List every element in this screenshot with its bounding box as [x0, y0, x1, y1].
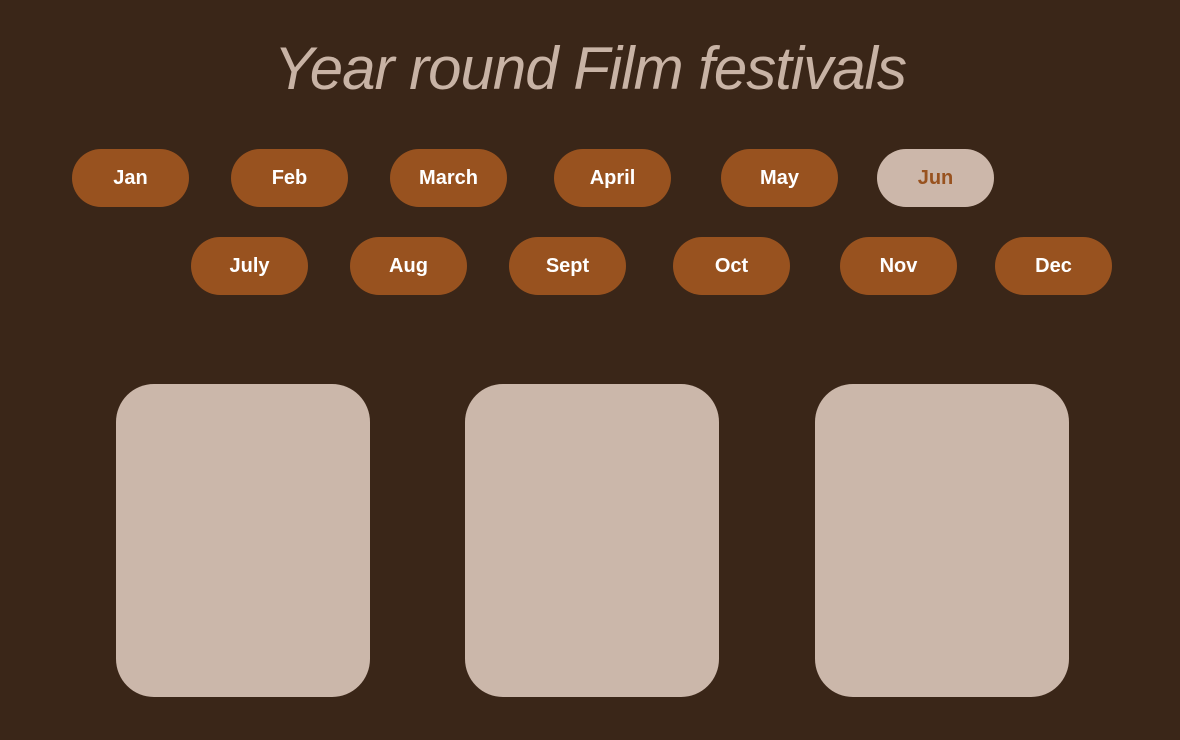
month-button-jan[interactable]: Jan [72, 149, 189, 207]
month-button-nov[interactable]: Nov [840, 237, 957, 295]
month-button-jun[interactable]: Jun [877, 149, 994, 207]
month-button-feb[interactable]: Feb [231, 149, 348, 207]
festival-card[interactable] [465, 384, 719, 697]
page-title: Year round Film festivals [274, 35, 907, 102]
month-button-march[interactable]: March [390, 149, 507, 207]
festival-card[interactable] [116, 384, 370, 697]
month-button-sept[interactable]: Sept [509, 237, 626, 295]
month-button-dec[interactable]: Dec [995, 237, 1112, 295]
festival-card[interactable] [815, 384, 1069, 697]
month-button-july[interactable]: July [191, 237, 308, 295]
month-button-oct[interactable]: Oct [673, 237, 790, 295]
month-button-may[interactable]: May [721, 149, 838, 207]
month-button-aug[interactable]: Aug [350, 237, 467, 295]
month-button-april[interactable]: April [554, 149, 671, 207]
